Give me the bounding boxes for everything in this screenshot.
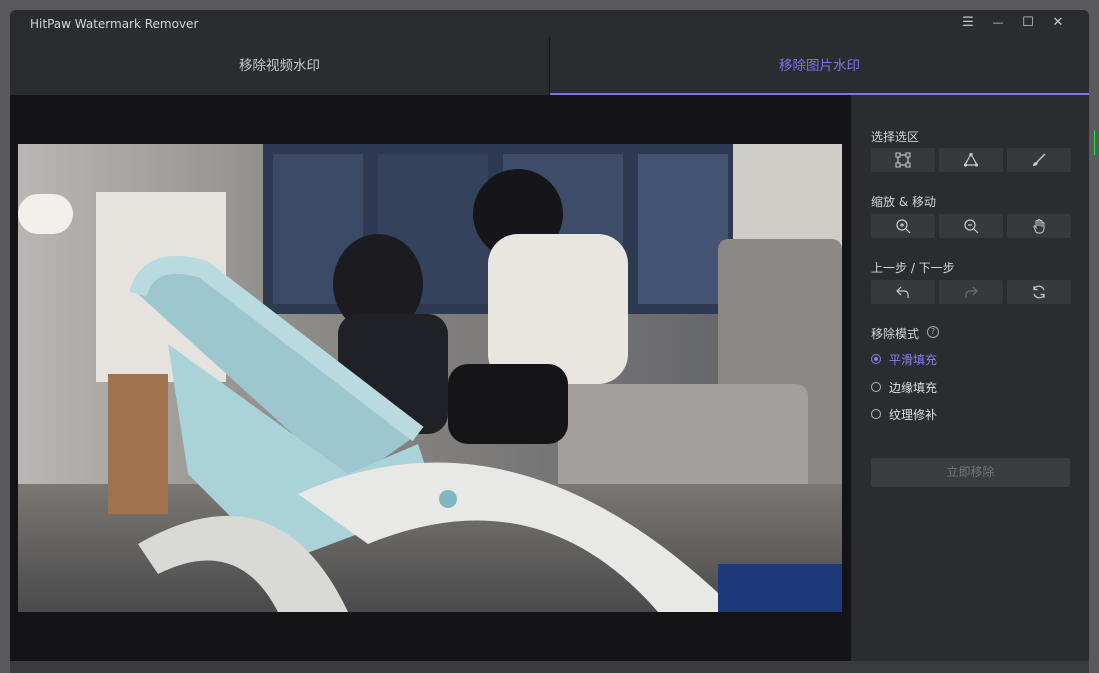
hand-icon	[1033, 219, 1045, 234]
zoom-in-button[interactable]	[871, 214, 935, 238]
removal-mode-label: 移除模式	[871, 327, 920, 341]
tool-panel: 选择选区 缩放 & 移动 上一步 / 下一步 移除模式 ? 平滑填充 边缘填充 …	[850, 95, 1089, 661]
minimize-icon[interactable]: —	[988, 14, 1008, 32]
mode-tabs: 移除视频水印 移除图片水印	[10, 37, 1089, 95]
hand-button[interactable]	[1007, 214, 1071, 238]
mode-option-label: 边缘填充	[889, 381, 938, 395]
app-window: HitPaw Watermark Remover ☰ — ☐ ✕ 移除视频水印 …	[10, 10, 1089, 673]
undo-redo-label: 上一步 / 下一步	[871, 261, 955, 275]
tab-label: 移除图片水印	[779, 58, 860, 74]
radio-selected[interactable]	[871, 354, 881, 364]
redo-icon	[965, 286, 978, 299]
zoom-move-label: 缩放 & 移动	[871, 195, 936, 209]
reset-button[interactable]	[1007, 280, 1071, 304]
polygon-select-button[interactable]	[939, 148, 1003, 172]
help-icon[interactable]: ?	[927, 326, 939, 338]
menu-icon[interactable]: ☰	[958, 14, 978, 32]
rect-select-button[interactable]	[871, 148, 935, 172]
radio-unselected[interactable]	[871, 409, 881, 419]
brush-button[interactable]	[1007, 148, 1071, 172]
undo-button[interactable]	[871, 280, 935, 304]
brush-icon	[1033, 153, 1046, 166]
radio-unselected[interactable]	[871, 382, 881, 392]
bottom-bar	[10, 661, 1089, 673]
redo-button[interactable]	[939, 280, 1003, 304]
tab-label: 移除视频水印	[239, 58, 320, 74]
remove-now-button[interactable]: 立即移除	[871, 458, 1070, 487]
undo-icon	[896, 286, 909, 299]
image-canvas-area[interactable]	[10, 95, 850, 661]
preview-image[interactable]	[18, 144, 842, 612]
title-bar: HitPaw Watermark Remover ☰ — ☐ ✕	[10, 10, 1089, 38]
rect-select-icon	[895, 152, 911, 168]
app-title: HitPaw Watermark Remover	[30, 17, 199, 31]
tab-remove-image-watermark[interactable]: 移除图片水印	[550, 37, 1089, 95]
photo-illustration	[18, 144, 842, 612]
reset-icon	[1033, 285, 1045, 299]
zoom-in-icon	[896, 219, 911, 234]
polygon-select-icon	[963, 152, 979, 167]
edge-indicator	[1094, 130, 1099, 155]
close-icon[interactable]: ✕	[1048, 14, 1068, 32]
mode-option-label: 纹理修补	[889, 408, 938, 422]
zoom-out-button[interactable]	[939, 214, 1003, 238]
tab-remove-video-watermark[interactable]: 移除视频水印	[10, 37, 550, 95]
maximize-icon[interactable]: ☐	[1018, 14, 1038, 32]
zoom-out-icon	[964, 219, 979, 234]
select-area-label: 选择选区	[871, 130, 920, 144]
mode-option-label: 平滑填充	[889, 353, 938, 367]
